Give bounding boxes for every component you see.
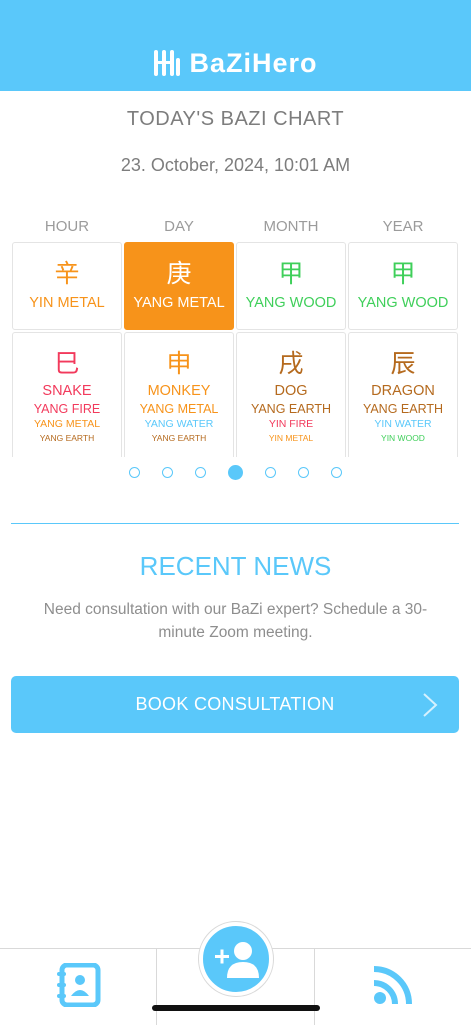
page-dot[interactable]	[129, 467, 140, 478]
branch-cell-year[interactable]: 辰 DRAGON YANG EARTH YIN WATER YIN WOOD	[348, 332, 458, 457]
stem-char: 甲	[278, 260, 304, 288]
chart-title: TODAY'S BAZI CHART	[126, 108, 345, 130]
branch-cell-day[interactable]: 申 MONKEY YANG METAL YANG WATER YANG EART…	[124, 332, 234, 457]
hidden-stem-1: YIN FIRE	[268, 418, 314, 430]
header-year: YEAR	[382, 218, 424, 235]
pillar-headers: HOUR DAY MONTH YEAR	[11, 218, 459, 235]
branch-element: YANG EARTH	[250, 402, 332, 416]
stem-label: YANG METAL	[133, 295, 225, 311]
hidden-stem-2: YANG EARTH	[151, 433, 207, 443]
branch-cell-hour[interactable]: 巳 SNAKE YANG FIRE YANG METAL YANG EARTH	[12, 332, 122, 457]
page-dot-active[interactable]	[228, 465, 243, 480]
stem-cell-hour[interactable]: 辛 YIN METAL	[12, 242, 122, 330]
section-divider	[11, 523, 459, 524]
stem-label: YANG WOOD	[357, 295, 449, 311]
bazi-grid: 辛 YIN METAL 庚 YANG METAL 甲 YANG WOOD 甲 Y…	[11, 242, 459, 457]
branch-animal: MONKEY	[147, 383, 211, 399]
logo-mark-icon	[154, 50, 181, 76]
home-indicator	[152, 1005, 320, 1011]
stem-label: YANG WOOD	[245, 295, 337, 311]
page-dot[interactable]	[331, 467, 342, 478]
branch-animal: DOG	[274, 383, 308, 399]
feed-icon	[373, 966, 412, 1005]
branch-row: 巳 SNAKE YANG FIRE YANG METAL YANG EARTH …	[11, 332, 459, 457]
stem-label: YIN METAL	[29, 295, 105, 311]
news-text: Need consultation with our BaZi expert? …	[43, 601, 428, 641]
stem-char: 庚	[166, 260, 192, 288]
tab-contacts[interactable]	[0, 949, 158, 1025]
branch-element: YANG METAL	[139, 402, 219, 416]
hidden-stem-2: YIN METAL	[268, 433, 314, 443]
header-day: DAY	[164, 218, 194, 235]
page-dot[interactable]	[195, 467, 206, 478]
book-consultation-button[interactable]: BOOK CONSULTATION	[11, 676, 459, 733]
hidden-stem-2: YANG EARTH	[39, 433, 95, 443]
branch-char: 戌	[278, 350, 304, 378]
branch-char: 巳	[54, 350, 80, 378]
chevron-right-icon	[423, 693, 438, 717]
app-logo: BaZiHero	[0, 44, 471, 82]
hidden-stem-1: YANG WATER	[144, 418, 214, 430]
stem-char: 辛	[54, 260, 80, 288]
page-dot[interactable]	[162, 467, 173, 478]
chart-datetime: 23. October, 2024, 10:01 AM	[120, 155, 351, 175]
page-dot[interactable]	[265, 467, 276, 478]
page-dot[interactable]	[298, 467, 309, 478]
stem-cell-month[interactable]: 甲 YANG WOOD	[236, 242, 346, 330]
hidden-stem-2: YIN WOOD	[381, 433, 425, 443]
top-bar: BaZiHero	[0, 0, 471, 91]
branch-animal: DRAGON	[371, 383, 435, 399]
branch-animal: SNAKE	[42, 383, 92, 399]
branch-char: 辰	[390, 350, 416, 378]
branch-element: YANG FIRE	[33, 402, 101, 416]
header-hour: HOUR	[44, 218, 90, 235]
hidden-stem-1: YIN WATER	[374, 418, 432, 430]
app-name: BaZiHero	[189, 47, 318, 78]
page-indicator	[0, 465, 471, 480]
stem-cell-year[interactable]: 甲 YANG WOOD	[348, 242, 458, 330]
stem-cell-day[interactable]: 庚 YANG METAL	[124, 242, 234, 330]
add-user-fab[interactable]	[199, 922, 273, 996]
branch-element: YANG EARTH	[362, 402, 444, 416]
stem-char: 甲	[390, 260, 416, 288]
branch-char: 申	[166, 350, 192, 378]
contacts-icon	[57, 963, 101, 1007]
add-user-icon	[215, 942, 259, 978]
branch-cell-month[interactable]: 戌 DOG YANG EARTH YIN FIRE YIN METAL	[236, 332, 346, 457]
tab-feed[interactable]	[315, 949, 471, 1025]
header-month: MONTH	[263, 218, 319, 235]
stem-row: 辛 YIN METAL 庚 YANG METAL 甲 YANG WOOD 甲 Y…	[11, 242, 459, 332]
book-consultation-label: BOOK CONSULTATION	[135, 694, 335, 714]
news-title: RECENT NEWS	[139, 551, 332, 581]
hidden-stem-1: YANG METAL	[33, 418, 101, 430]
